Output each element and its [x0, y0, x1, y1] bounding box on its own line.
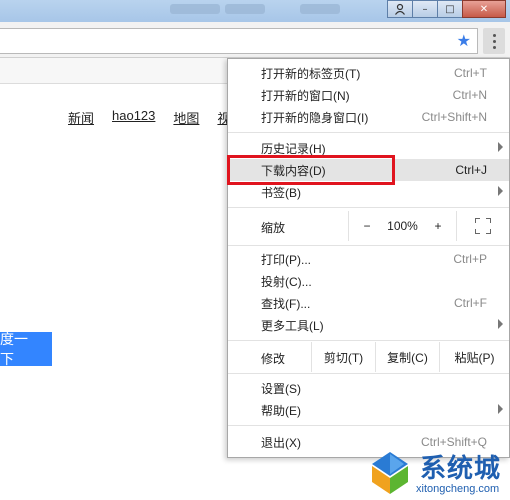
menu-item-label: 打开新的标签页(T)	[261, 66, 361, 81]
menu-item-print[interactable]: 打印(P)... Ctrl+P	[228, 248, 509, 270]
menu-item-find[interactable]: 查找(F)... Ctrl+F	[228, 292, 509, 314]
menu-item-shortcut: Ctrl+F	[454, 296, 487, 310]
menu-item-label: 投射(C)...	[261, 274, 312, 289]
title-bar: – □ ✕	[0, 0, 510, 22]
paste-button[interactable]: 粘贴(P)	[439, 342, 509, 372]
edit-label: 修改	[261, 352, 286, 366]
menu-separator	[228, 132, 509, 133]
search-button[interactable]: 度一下	[0, 331, 52, 367]
bookmark-star-icon[interactable]: ★	[457, 31, 471, 51]
menu-zoom-row: 缩放 − 100% +	[228, 211, 509, 241]
menu-item-shortcut: Ctrl+N	[452, 88, 487, 102]
menu-dot	[492, 39, 496, 43]
menu-item-help[interactable]: 帮助(E)	[228, 399, 509, 421]
menu-item-new-window[interactable]: 打开新的窗口(N) Ctrl+N	[228, 84, 509, 106]
menu-item-shortcut: Ctrl+P	[453, 252, 487, 266]
window-controls: – □ ✕	[387, 0, 506, 18]
menu-item-new-incognito[interactable]: 打开新的隐身窗口(I) Ctrl+Shift+N	[228, 106, 509, 128]
user-icon	[395, 3, 405, 15]
menu-item-new-tab[interactable]: 打开新的标签页(T) Ctrl+T	[228, 62, 509, 84]
copy-button[interactable]: 复制(C)	[375, 342, 439, 372]
menu-item-cast[interactable]: 投射(C)...	[228, 270, 509, 292]
maximize-button[interactable]: □	[437, 0, 463, 18]
submenu-arrow-icon	[498, 404, 503, 414]
minimize-button[interactable]: –	[412, 0, 438, 18]
cut-button[interactable]: 剪切(T)	[311, 342, 375, 372]
site-watermark: 系统城 xitongcheng.com	[362, 446, 510, 500]
watermark-title: 系统城	[420, 453, 502, 483]
fullscreen-icon	[475, 218, 491, 234]
menu-separator	[228, 245, 509, 246]
menu-item-label: 书签(B)	[261, 185, 301, 200]
menu-item-shortcut: Ctrl+T	[454, 66, 487, 80]
menu-separator	[228, 425, 509, 426]
blurred-tab	[300, 4, 340, 14]
menu-item-label: 打印(P)...	[261, 252, 311, 267]
page-nav-links: 新闻 hao123 地图 视	[68, 108, 230, 127]
menu-item-label: 历史记录(H)	[261, 141, 326, 156]
menu-item-label: 退出(X)	[261, 435, 301, 450]
browser-toolbar: ★	[0, 22, 510, 58]
menu-item-label: 设置(S)	[261, 381, 301, 396]
menu-separator	[228, 373, 509, 374]
menu-separator	[228, 340, 509, 341]
blurred-tab	[170, 4, 220, 14]
chrome-main-menu: 打开新的标签页(T) Ctrl+T 打开新的窗口(N) Ctrl+N 打开新的隐…	[227, 58, 510, 458]
menu-dot	[492, 33, 496, 37]
zoom-label: 缩放	[261, 221, 286, 235]
watermark-url: xitongcheng.com	[416, 483, 500, 495]
user-profile-button[interactable]	[387, 0, 413, 18]
menu-edit-row: 修改 剪切(T) 复制(C) 粘贴(P)	[228, 342, 509, 372]
menu-item-label: 打开新的隐身窗口(I)	[261, 110, 369, 125]
submenu-arrow-icon	[498, 186, 503, 196]
nav-link-map[interactable]: 地图	[173, 108, 199, 127]
address-bar[interactable]: ★	[0, 28, 478, 54]
zoom-level: 100%	[387, 219, 418, 233]
menu-dot	[492, 45, 496, 49]
menu-item-more-tools[interactable]: 更多工具(L)	[228, 314, 509, 336]
menu-item-settings[interactable]: 设置(S)	[228, 377, 509, 399]
windows-logo-icon	[372, 452, 408, 494]
submenu-arrow-icon	[498, 319, 503, 329]
fullscreen-button[interactable]	[456, 211, 509, 241]
menu-item-label: 帮助(E)	[261, 403, 301, 418]
menu-item-label: 更多工具(L)	[261, 318, 324, 333]
menu-item-label: 打开新的窗口(N)	[261, 88, 350, 103]
menu-item-shortcut: Ctrl+J	[455, 163, 487, 177]
downloads-highlight-annotation	[227, 155, 395, 185]
close-button[interactable]: ✕	[462, 0, 506, 18]
chrome-menu-button[interactable]	[483, 28, 505, 54]
blurred-tab	[225, 4, 265, 14]
zoom-out-button[interactable]: −	[348, 211, 385, 241]
submenu-arrow-icon	[498, 142, 503, 152]
menu-separator	[228, 207, 509, 208]
zoom-in-button[interactable]: +	[420, 211, 456, 241]
nav-link-news[interactable]: 新闻	[68, 108, 94, 127]
menu-item-label: 查找(F)...	[261, 296, 311, 311]
menu-item-shortcut: Ctrl+Shift+N	[421, 110, 487, 124]
nav-link-hao123[interactable]: hao123	[112, 108, 155, 127]
